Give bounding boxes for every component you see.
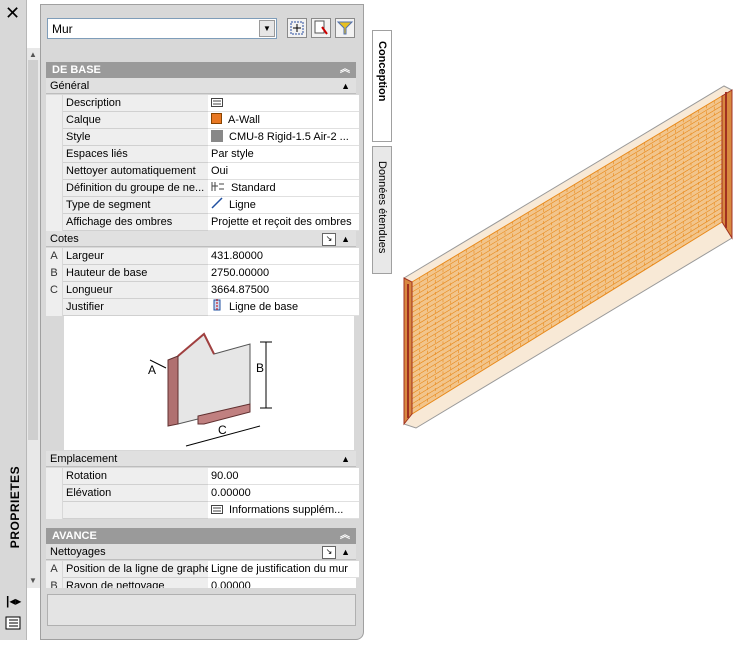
scroll-up-arrow-icon[interactable]: ▲ <box>29 50 37 59</box>
section-avance[interactable]: AVANCE ︽ <box>46 528 356 544</box>
pick-add-icon <box>314 20 328 35</box>
property-row[interactable]: B Hauteur de base 2750.00000 <box>46 265 359 282</box>
diagram-label-a: A <box>148 363 156 377</box>
filter-icon <box>336 21 354 35</box>
collapse-double-chevron-icon: ︽ <box>340 64 350 75</box>
property-row[interactable]: Calque A-Wall <box>46 112 359 129</box>
object-type-value: Mur <box>52 22 73 36</box>
wall-dimension-diagram: A B C <box>64 316 354 450</box>
scroll-thumb[interactable] <box>28 60 38 440</box>
justify-icon <box>213 299 221 311</box>
property-row[interactable]: Description <box>46 95 359 112</box>
wall-3d-view <box>403 85 733 429</box>
line-segment-icon <box>211 197 223 209</box>
edit-cleanup-icon: ↘ <box>322 546 336 559</box>
property-row[interactable]: Espaces liés Par style <box>46 146 359 163</box>
property-row[interactable]: Affichage des ombres Projette et reçoit … <box>46 214 359 231</box>
select-objects-button[interactable] <box>287 18 307 38</box>
additional-info-icon <box>211 505 223 514</box>
property-row[interactable]: Style CMU-8 Rigid-1.5 Air-2 ... <box>46 129 359 146</box>
tab-donnees-etendues[interactable]: Données étendues <box>372 146 392 274</box>
cleanup-group-icon <box>211 182 224 191</box>
property-row[interactable]: A Largeur 431.80000 <box>46 248 359 265</box>
diagram-label-b: B <box>256 361 264 375</box>
section-de-base[interactable]: DE BASE ︽ <box>46 62 356 78</box>
edit-dimensions-icon: ↘ <box>322 233 336 246</box>
diagram-label-c: C <box>218 423 227 437</box>
category-general[interactable]: Général ▲ <box>46 78 356 94</box>
chevron-down-icon[interactable]: ▼ <box>259 20 275 37</box>
properties-scrollbar[interactable]: ▲ ▼ <box>27 48 40 588</box>
property-row[interactable]: Elévation 0.00000 <box>46 485 359 502</box>
wall-style-icon <box>211 130 223 142</box>
layer-color-swatch <box>211 113 222 124</box>
description-box <box>47 594 356 626</box>
auto-hide-icon[interactable]: |◂▸ <box>6 594 21 608</box>
property-row[interactable]: A Position de la ligne de graphe Ligne de… <box>46 561 359 578</box>
category-emplacement[interactable]: Emplacement ▲ <box>46 451 356 467</box>
filter-button[interactable] <box>335 18 355 38</box>
scroll-down-arrow-icon[interactable]: ▼ <box>29 576 37 585</box>
quick-select-button[interactable] <box>311 18 331 38</box>
palette-title: PROPRIETES <box>8 465 22 549</box>
collapse-chevron-icon: ▲ <box>341 81 350 91</box>
collapse-chevron-icon: ▲ <box>341 454 350 464</box>
property-row[interactable]: Type de segment Ligne <box>46 197 359 214</box>
collapse-chevron-icon: ▲ <box>341 234 350 244</box>
select-objects-icon <box>290 21 304 35</box>
property-row[interactable]: Rotation 90.00 <box>46 468 359 485</box>
description-icon <box>211 98 223 107</box>
close-icon[interactable]: ✕ <box>5 4 20 22</box>
property-row[interactable]: Informations supplém... <box>46 502 359 519</box>
properties-menu-icon[interactable] <box>5 616 21 630</box>
object-type-select[interactable]: Mur ▼ <box>47 18 277 39</box>
property-row[interactable]: B Rayon de nettoyage 0.00000 <box>46 578 356 588</box>
category-nettoyages[interactable]: Nettoyages ↘ ▲ <box>46 544 356 560</box>
property-row[interactable]: Justifier Ligne de base <box>46 299 359 316</box>
property-row[interactable]: Nettoyer automatiquement Oui <box>46 163 359 180</box>
property-row[interactable]: Définition du groupe de ne... Standard <box>46 180 359 197</box>
property-row[interactable]: C Longueur 3664.87500 <box>46 282 359 299</box>
tab-conception[interactable]: Conception <box>372 30 392 142</box>
collapse-chevron-icon: ▲ <box>341 547 350 557</box>
collapse-double-chevron-icon: ︽ <box>340 530 350 541</box>
palette-title-strip: ✕ PROPRIETES |◂▸ <box>0 0 27 640</box>
category-cotes[interactable]: Cotes ↘ ▲ <box>46 231 356 247</box>
